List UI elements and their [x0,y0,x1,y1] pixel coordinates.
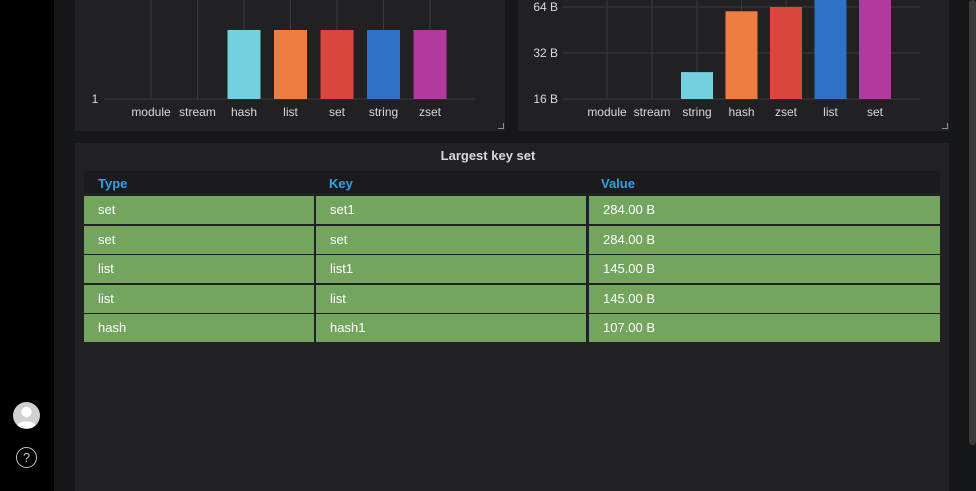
table-cell-key: list [316,284,586,313]
cell-text: hash1 [330,320,366,335]
bar-set [320,30,354,99]
right-bar-chart-panel: 64 B 32 B 16 B module stream string hash zset li… [518,0,949,131]
table-cell-value: 145.00 B [589,255,940,283]
x-tick-label: module [131,105,171,119]
left-bar-chart-panel: module stream hash list set string zset 1 [75,0,505,131]
cell-text: list [330,290,346,306]
x-tick-label: stream [634,105,671,119]
x-tick-label: list [283,105,298,119]
panel-resize-handle[interactable] [942,123,948,129]
table-cell-value: 145.00 B [589,284,940,313]
bar-list [274,30,307,99]
cell-text: set [330,231,348,247]
table-row: set set 284.00 B [84,225,940,254]
cell-text: 107.00 B [603,320,656,335]
right-bar-chart: 64 B 32 B 16 B module stream string hash zset li… [533,0,920,119]
x-tick-label: list [823,105,838,119]
table-cell-type: set [84,196,314,224]
left-bar-chart: module stream hash list set string zset 1 [92,0,475,119]
table-cell-key: set1 [316,196,586,224]
table-cell-type: list [84,255,314,283]
table-cell-type: list [84,284,314,313]
y-tick-label: 32 B [533,46,558,60]
cell-text: 284.00 B [603,202,656,217]
table-panel-title: Largest key set [440,148,536,163]
column-header-value[interactable]: Value [601,176,635,191]
bar-zset [413,30,447,99]
cell-text: list1 [330,261,354,276]
table-cell-key: set [316,225,586,254]
y-tick-label: 64 B [533,0,558,14]
table-cell-type: hash [84,314,314,342]
table-cell-value: 284.00 B [589,225,940,254]
page-scrollbar[interactable] [969,0,976,445]
x-tick-label: hash [728,105,754,119]
cell-text: list [98,290,114,306]
y-tick-label: 1 [92,92,99,106]
user-avatar-icon[interactable] [13,402,40,429]
table-cell-value: 107.00 B [589,314,940,342]
cell-text: 145.00 B [603,261,656,276]
table-cell-key: list1 [316,255,586,283]
x-tick-label: string [369,105,398,119]
table-cell-key: hash1 [316,314,586,342]
x-tick-label: hash [231,105,257,119]
column-header-type[interactable]: Type [98,176,127,191]
bar-zset [770,7,802,99]
cell-text: 284.00 B [603,231,656,247]
table-row: list list 145.00 B [84,284,940,313]
panel-resize-handle[interactable] [498,123,504,129]
x-tick-label: zset [775,105,798,119]
cell-text: hash [98,320,127,335]
table-cell-type: set [84,225,314,254]
x-tick-label: stream [179,105,216,119]
x-tick-label: module [587,105,627,119]
table-cell-value: 284.00 B [589,196,940,224]
bar-string [681,72,713,99]
help-icon[interactable]: ? [16,447,37,468]
table-row: hash hash1 107.00 B [84,314,940,342]
x-tick-label: string [682,105,711,119]
bar-string [367,30,400,99]
bar-set [859,0,891,99]
bar-hash [725,11,758,99]
cell-text: set1 [330,202,355,217]
table-row: set set1 284.00 B [84,196,940,224]
cell-text: set [98,231,116,247]
side-nav: ? [0,0,54,491]
x-tick-label: set [329,105,346,119]
cell-text: 145.00 B [603,290,656,306]
table-header-row: Type Key Value [84,171,940,193]
y-tick-label: 16 B [533,92,558,106]
bar-hash [227,30,261,99]
cell-text: list [98,261,114,276]
column-header-key[interactable]: Key [329,176,353,191]
cell-text: set [98,202,116,217]
avatar-silhouette-icon [16,406,37,428]
x-tick-label: zset [419,105,442,119]
bar-list [814,0,847,99]
x-tick-label: set [867,105,884,119]
table-row: list list1 145.00 B [84,255,940,283]
